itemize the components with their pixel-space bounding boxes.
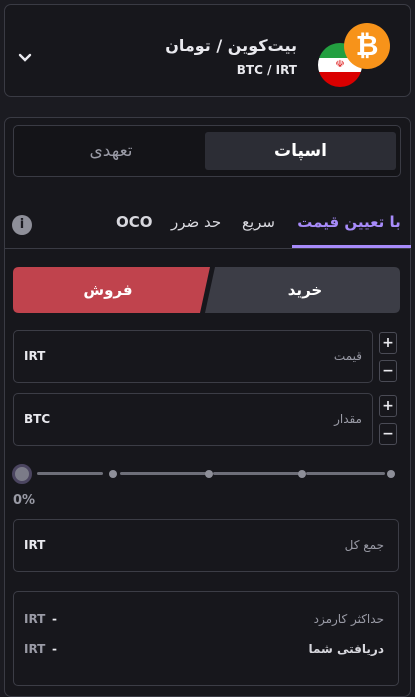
amount-decrement-button[interactable]: − [379, 423, 397, 445]
market-tabs: اسپات تعهدی [13, 125, 401, 177]
pair-selector[interactable]: بیت‌کوین / تومان BTC / IRT ☫ ₿ [4, 4, 411, 97]
tab-limit[interactable]: با تعیین قیمت [292, 213, 406, 231]
slider-track-segment [37, 472, 103, 475]
price-unit: IRT [24, 349, 46, 363]
order-type-tabs: i OCO حد ضرر سریع با تعیین قیمت [4, 205, 411, 249]
tab-oco[interactable]: OCO [116, 213, 153, 231]
max-fee-value: - [52, 612, 57, 626]
slider-handle[interactable] [12, 464, 32, 484]
buy-sell-toggle: فروش خرید [13, 267, 400, 313]
total-label: جمع کل [344, 538, 384, 552]
price-increment-button[interactable]: + [379, 332, 397, 354]
amount-unit: BTC [24, 412, 51, 426]
order-summary: IRT - حداکثر کارمزد IRT - دریافتی شما [13, 591, 399, 686]
amount-input[interactable]: BTC مقدار [13, 393, 373, 446]
chevron-down-icon[interactable] [17, 49, 33, 62]
sell-button[interactable]: فروش [13, 267, 203, 313]
pair-symbol: BTC / IRT [236, 63, 297, 77]
slider-step-50[interactable] [205, 470, 213, 478]
tab-stop-loss[interactable]: حد ضرر [171, 213, 221, 231]
slider-step-100[interactable] [387, 470, 395, 478]
max-fee-unit: IRT [24, 612, 46, 626]
amount-increment-button[interactable]: + [379, 395, 397, 417]
receive-unit: IRT [24, 642, 46, 656]
total-unit: IRT [24, 538, 46, 552]
tab-market[interactable]: سریع [242, 213, 275, 231]
tab-margin[interactable]: تعهدی [18, 132, 204, 170]
price-label: قیمت [333, 349, 362, 363]
receive-value: - [52, 642, 57, 656]
price-input[interactable]: IRT قیمت [13, 330, 373, 383]
receive-label: دریافتی شما [308, 642, 384, 656]
slider-value-label: 0% [13, 493, 36, 508]
bitcoin-icon: ₿ [344, 23, 390, 69]
slider-step-25[interactable] [109, 470, 117, 478]
slider-step-75[interactable] [298, 470, 306, 478]
tab-spot[interactable]: اسپات [205, 132, 396, 170]
amount-label: مقدار [334, 412, 362, 426]
info-icon[interactable]: i [12, 215, 32, 235]
total-input[interactable]: IRT جمع کل [13, 519, 399, 572]
tab-limit-underline [292, 245, 411, 248]
slider-track-segment [306, 472, 385, 475]
slider-track-segment [120, 472, 206, 475]
slider-track-segment [213, 472, 299, 475]
max-fee-label: حداکثر کارمزد [313, 612, 384, 626]
price-decrement-button[interactable]: − [379, 360, 397, 382]
buy-button[interactable]: خرید [210, 267, 400, 313]
pair-title: بیت‌کوین / تومان [165, 36, 297, 55]
